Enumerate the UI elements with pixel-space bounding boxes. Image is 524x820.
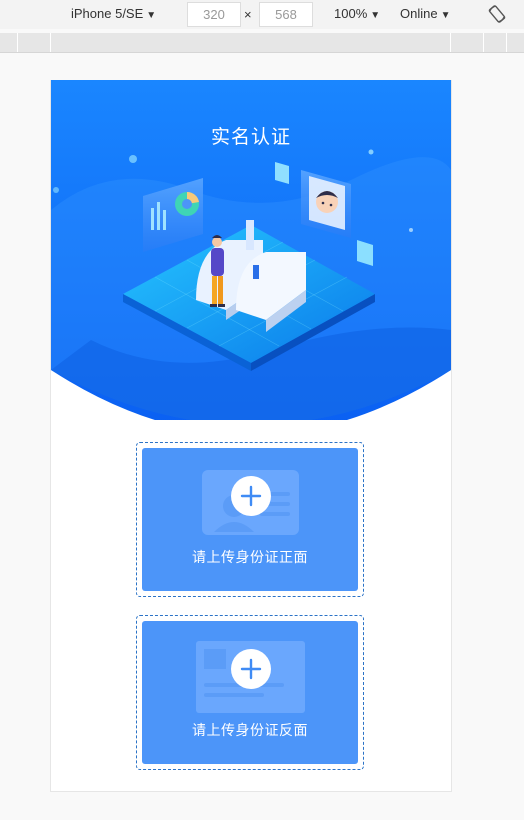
upload-front-label: 请上传身份证正面 bbox=[192, 550, 308, 566]
times-sign: × bbox=[244, 7, 252, 22]
media-query-ruler bbox=[0, 33, 524, 53]
upload-back-label: 请上传身份证反面 bbox=[192, 723, 308, 739]
page-title: 实名认证 bbox=[210, 126, 291, 148]
id-card-front-icon bbox=[202, 470, 299, 535]
plus-icon bbox=[231, 476, 271, 516]
device-viewport: 实名认证 请上传身份证正面 请上传身份证反面 bbox=[50, 80, 452, 792]
devtools-toolbar: iPhone 5/SE ▼ 320 × 568 100% ▼ Online ▼ bbox=[0, 0, 524, 29]
device-name: iPhone 5/SE bbox=[71, 6, 144, 21]
upload-id-back-button[interactable]: 请上传身份证反面 bbox=[142, 621, 358, 764]
device-select[interactable]: iPhone 5/SE ▼ bbox=[71, 6, 156, 24]
width-input[interactable]: 320 bbox=[187, 2, 241, 27]
plus-icon bbox=[231, 649, 271, 689]
zoom-select[interactable]: 100% ▼ bbox=[334, 6, 380, 24]
zoom-value: 100% bbox=[334, 6, 368, 21]
rotate-icon[interactable] bbox=[487, 4, 507, 24]
upload-back-frame: 请上传身份证反面 bbox=[136, 615, 364, 770]
id-card-back-icon bbox=[196, 641, 305, 713]
hero-banner: 实名认证 bbox=[51, 80, 451, 420]
chevron-down-icon: ▼ bbox=[440, 10, 451, 21]
chevron-down-icon: ▼ bbox=[370, 10, 381, 21]
network-value: Online bbox=[400, 6, 438, 21]
height-input[interactable]: 568 bbox=[259, 2, 313, 27]
network-select[interactable]: Online ▼ bbox=[400, 6, 450, 24]
upload-front-frame: 请上传身份证正面 bbox=[136, 442, 364, 597]
upload-id-front-button[interactable]: 请上传身份证正面 bbox=[142, 448, 358, 591]
chevron-down-icon: ▼ bbox=[146, 10, 157, 21]
